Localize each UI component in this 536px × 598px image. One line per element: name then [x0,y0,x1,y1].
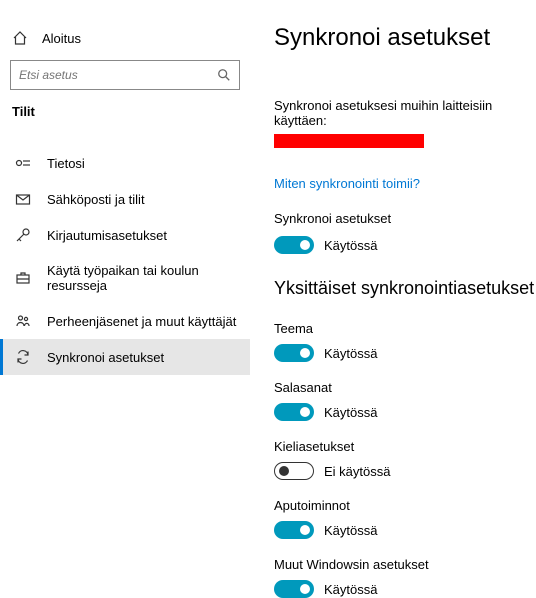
sync-master-toggle[interactable] [274,236,314,254]
sidebar-section-label: Tilit [0,104,250,145]
sync-group: Teema Käytössä [274,321,536,362]
sync-group-toggle[interactable] [274,344,314,362]
sidebar-item-sync[interactable]: Synkronoi asetukset [0,339,250,375]
home-icon [12,30,28,46]
briefcase-icon [15,270,31,286]
sidebar-item-label: Synkronoi asetukset [47,350,164,365]
how-sync-works-link[interactable]: Miten synkronointi toimii? [274,176,420,191]
toggle-state-label: Käytössä [324,405,377,420]
search-icon [217,68,231,82]
toggle-state-label: Käytössä [324,238,377,253]
sidebar-item-label: Tietosi [47,156,85,171]
page-title: Synkronoi asetukset [274,24,536,52]
sync-group-toggle[interactable] [274,403,314,421]
sync-group: Aputoiminnot Käytössä [274,498,536,539]
sync-group: Kieliasetukset Ei käytössä [274,439,536,480]
sync-group-label: Salasanat [274,380,536,395]
sidebar-item-label: Käytä työpaikan tai koulun resursseja [47,263,238,293]
sidebar-item-signin-options[interactable]: Kirjautumisasetukset [0,217,250,253]
toggle-state-label: Käytössä [324,582,377,597]
sidebar-item-work-school[interactable]: Käytä työpaikan tai koulun resursseja [0,253,250,303]
sidebar-item-your-info[interactable]: Tietosi [0,145,250,181]
search-input[interactable] [19,68,217,82]
sidebar-item-family[interactable]: Perheenjäsenet ja muut käyttäjät [0,303,250,339]
search-container [10,60,240,90]
main-content: Synkronoi asetukset Synkronoi asetuksesi… [250,0,536,565]
toggle-state-label: Käytössä [324,523,377,538]
home-link[interactable]: Aloitus [0,30,250,60]
toggle-state-label: Käytössä [324,346,377,361]
sync-group-toggle[interactable] [274,580,314,598]
sync-group-toggle[interactable] [274,462,314,480]
intro-text: Synkronoi asetuksesi muihin laitteisiin … [274,98,536,128]
sync-group: Muut Windowsin asetuksetKäytössä [274,557,536,598]
sync-icon [15,349,31,365]
people-icon [15,313,31,329]
home-label: Aloitus [42,31,81,46]
sidebar-item-label: Kirjautumisasetukset [47,228,167,243]
sidebar-item-label: Perheenjäsenet ja muut käyttäjät [47,314,236,329]
sync-group-label: Teema [274,321,536,336]
sync-group-label: Kieliasetukset [274,439,536,454]
key-icon [15,227,31,243]
sidebar-item-label: Sähköposti ja tilit [47,192,145,207]
redacted-account [274,134,424,148]
sync-settings-label: Synkronoi asetukset [274,211,536,226]
sync-group-label: Aputoiminnot [274,498,536,513]
sync-group-toggle[interactable] [274,521,314,539]
individual-section-title: Yksittäiset synkronointiasetukset [274,278,536,299]
search-box[interactable] [10,60,240,90]
settings-sidebar: Aloitus Tilit Tietosi Sähköposti ja tili… [0,0,250,565]
sidebar-item-email-accounts[interactable]: Sähköposti ja tilit [0,181,250,217]
toggle-state-label: Ei käytössä [324,464,390,479]
badge-icon [15,155,31,171]
mail-icon [15,191,31,207]
sync-group: Salasanat Käytössä [274,380,536,421]
